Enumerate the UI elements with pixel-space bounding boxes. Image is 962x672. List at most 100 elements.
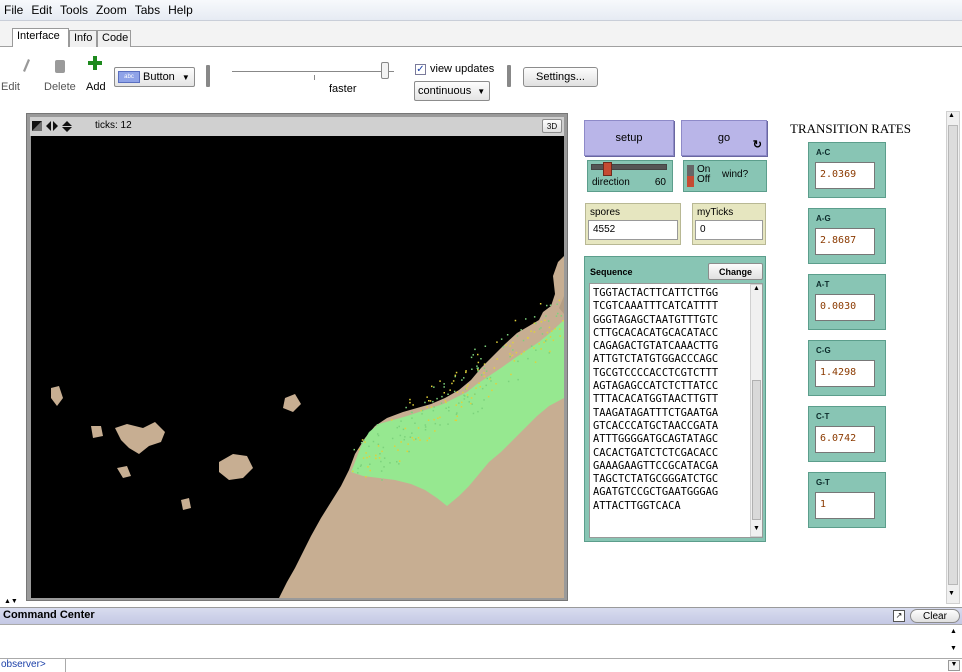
spore-dot [357,467,359,470]
world-view[interactable] [31,136,564,598]
spore-dot [558,299,561,302]
rate-value-field[interactable]: 0.0030 [815,294,875,321]
spore-dot [361,439,364,441]
tab-code[interactable]: Code [97,30,131,47]
myticks-label: myTicks [697,207,734,218]
rate-input-c-t: C-T 6.0742 [808,406,886,462]
trash-icon[interactable] [54,58,66,74]
scroll-up-icon[interactable]: ▲ [950,628,957,635]
rate-value-field[interactable]: 2.0369 [815,162,875,189]
spore-dot [444,400,446,402]
spore-dot [433,406,435,408]
spore-dot [560,315,563,317]
toolbar-separator [206,65,210,87]
spore-dot [545,338,548,341]
spore-dot [511,354,514,357]
spore-dot [535,349,537,351]
wind-switch[interactable]: On Off wind? [683,160,767,192]
splitter-icon[interactable]: ▲▼ [4,598,18,605]
settings-button[interactable]: Settings... [523,67,598,87]
spore-dot [391,437,394,440]
sequence-textarea[interactable]: TGGTACTACTTCATTCTTGG TCGTCAAATTTCATCATTTT… [589,283,763,538]
add-button[interactable]: Add [86,81,106,93]
plus-icon[interactable] [88,56,102,70]
direction-slider[interactable]: direction 60 [587,160,673,192]
widget-type-dropdown[interactable]: abc Button ▼ [114,67,195,87]
direction-slider-thumb[interactable] [602,162,612,176]
transition-rates-title: TRANSITION RATES [790,121,911,136]
expand-icon[interactable]: ↗ [893,610,905,622]
rate-value-field[interactable]: 1 [815,492,875,519]
scroll-up-icon[interactable]: ▲ [751,285,762,296]
spore-dot [453,390,456,393]
sequence-scrollbar[interactable]: ▲ ▼ [750,284,762,537]
ticks-counter: ticks: 12 [95,120,132,131]
spore-dot [456,412,458,414]
edit-button[interactable]: Edit [1,81,20,93]
setup-button[interactable]: setup [584,120,674,156]
3d-button[interactable]: 3D [542,119,562,133]
spore-dot [477,369,479,371]
spore-dot [559,328,561,330]
spore-dot [474,393,476,395]
spores-label: spores [590,207,621,218]
tab-interface[interactable]: Interface [12,28,69,48]
sequence-line: TAGCTCTATGCGGGATCTGC [593,473,719,486]
toolbar-separator [507,65,511,87]
update-mode-dropdown[interactable]: continuous ▼ [414,81,490,101]
wind-label: wind? [722,169,749,180]
rate-value-field[interactable]: 6.0742 [815,426,875,453]
speed-slider-thumb[interactable] [381,62,389,79]
scroll-down-icon[interactable]: ▼ [948,590,955,597]
sequence-scroll-thumb[interactable] [752,380,761,520]
rate-label: A-G [816,214,831,223]
switch-toggle[interactable] [687,176,694,187]
spore-dot [483,399,485,401]
rate-input-c-g: C-G 1.4298 [808,340,886,396]
rate-value-field[interactable]: 1.4298 [815,360,875,387]
spore-dot [377,445,380,447]
spore-dot [512,341,514,344]
scroll-down-icon[interactable]: ▼ [751,525,762,536]
delete-button[interactable]: Delete [44,81,76,93]
scroll-up-icon[interactable]: ▲ [948,112,955,119]
spore-dot [460,406,463,408]
history-dropdown-icon[interactable]: ▼ [948,660,960,671]
menu-edit[interactable]: Edit [31,3,52,17]
interface-scroll-thumb[interactable] [948,125,958,585]
pencil-icon[interactable] [21,58,31,74]
spore-dot [539,303,542,305]
menu-file[interactable]: File [4,3,23,17]
spore-dot [369,463,371,465]
spore-dot [362,457,365,459]
spore-dot [360,441,363,444]
spore-dot [406,450,408,453]
menu-tabs[interactable]: Tabs [135,3,160,17]
rate-value-field[interactable]: 2.8687 [815,228,875,255]
spore-dot [357,472,359,474]
menu-help[interactable]: Help [168,3,193,17]
speed-slider-track[interactable] [232,71,394,72]
change-button[interactable]: Change [708,263,763,280]
go-button[interactable]: go ↻ [681,120,767,156]
spore-dot [477,353,479,356]
interface-vertical-scrollbar[interactable]: ▲ ▼ [946,111,960,604]
command-input[interactable]: observer> ▼ [0,658,962,672]
menu-tools[interactable]: Tools [60,3,88,17]
spore-dot [540,327,542,329]
command-center-header: Command Center ↗ Clear [0,607,962,624]
tab-info[interactable]: Info [69,30,97,47]
spore-dot [463,398,466,400]
view-controls-icon[interactable] [32,121,78,132]
speed-label: faster [329,83,357,95]
menu-bar: File Edit Tools Zoom Tabs Help [0,0,962,21]
spore-dot [489,378,491,380]
island [219,454,253,480]
scroll-down-icon[interactable]: ▼ [950,645,957,652]
spore-dot [398,463,400,465]
spore-dot [548,352,551,354]
menu-zoom[interactable]: Zoom [96,3,127,17]
clear-button[interactable]: Clear [910,609,960,623]
view-updates-checkbox[interactable]: ✓ [415,64,426,75]
agent-context-dropdown[interactable]: observer> [0,659,66,672]
